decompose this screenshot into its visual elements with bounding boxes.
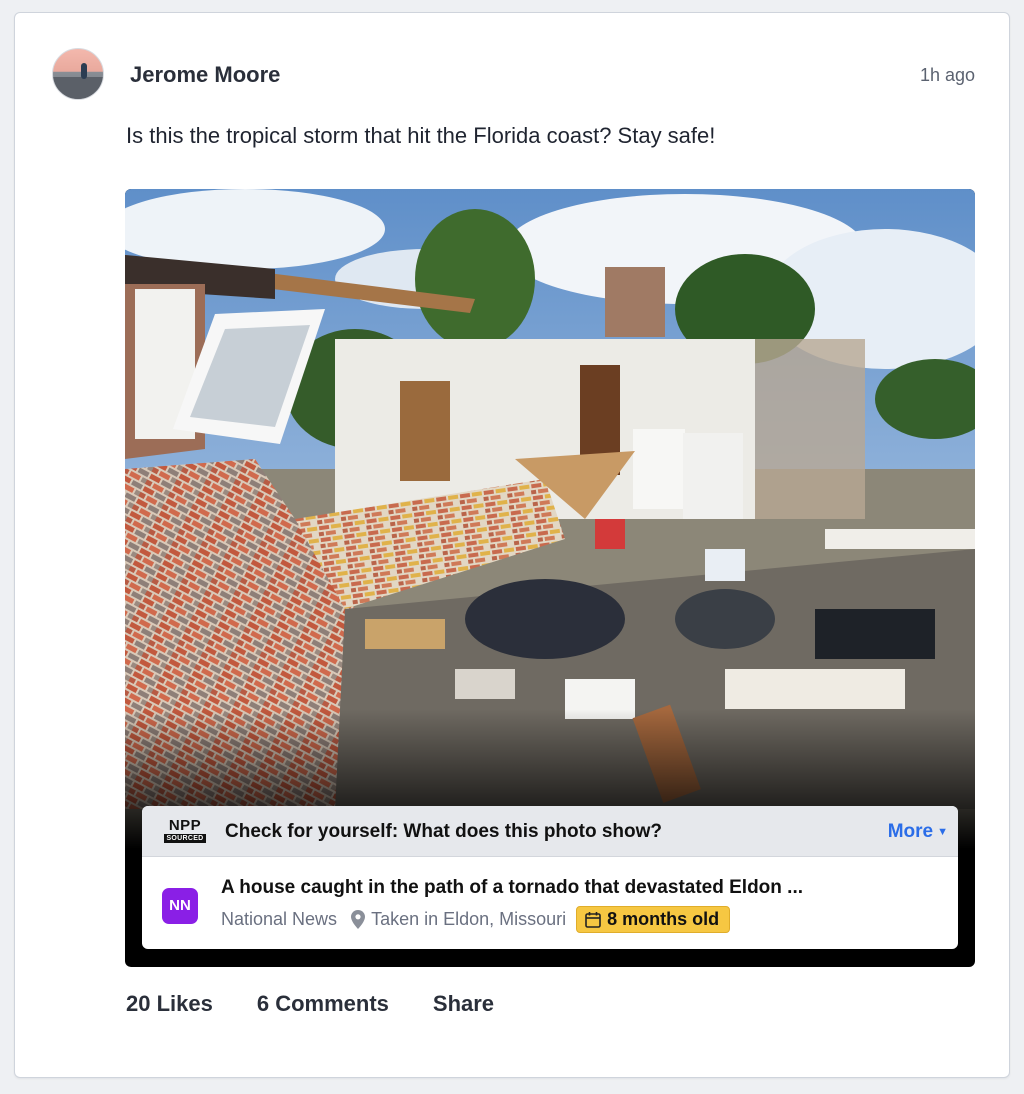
npp-logo: NPP SOURCED (164, 818, 206, 843)
age-badge: 8 months old (576, 906, 731, 933)
post-actions: 20 Likes 6 Comments Share (126, 991, 538, 1017)
fact-check-header: NPP SOURCED Check for yourself: What doe… (142, 806, 958, 857)
npp-logo-sub: SOURCED (164, 834, 206, 843)
avatar[interactable] (52, 48, 104, 100)
avatar-road (53, 77, 103, 99)
source-name: National News (221, 909, 338, 929)
caret-down-icon: ▼ (937, 826, 948, 838)
location-pin-icon (351, 910, 366, 929)
age-label: 8 months old (607, 909, 720, 929)
calendar-icon (585, 912, 601, 928)
likes-button[interactable]: 20 Likes (126, 991, 213, 1017)
source-headline[interactable]: A house caught in the path of a tornado … (221, 877, 803, 899)
fact-check-panel: NPP SOURCED Check for yourself: What doe… (142, 806, 958, 949)
post-text: Is this the tropical storm that hit the … (126, 123, 716, 148)
avatar-person (81, 63, 87, 79)
post-media[interactable]: NPP SOURCED Check for yourself: What doe… (125, 189, 975, 967)
source-meta: National News Taken in Eldon, Missouri 8… (221, 906, 731, 933)
npp-logo-title: NPP (168, 817, 202, 834)
more-label: More (887, 821, 934, 842)
comments-button[interactable]: 6 Comments (257, 991, 389, 1017)
photo-location: Taken in Eldon, Missouri (371, 909, 567, 929)
more-button[interactable]: More ▼ (888, 821, 948, 843)
post-timestamp: 1h ago (919, 65, 975, 85)
damaged-house-photo[interactable] (125, 189, 975, 849)
share-button[interactable]: Share (433, 991, 494, 1017)
fact-check-prompt: Check for yourself: What does this photo… (225, 821, 663, 842)
source-badge: NN (162, 888, 198, 924)
post-card: Jerome Moore 1h ago Is this the tropical… (14, 12, 1010, 1078)
author-name[interactable]: Jerome Moore (130, 62, 280, 88)
